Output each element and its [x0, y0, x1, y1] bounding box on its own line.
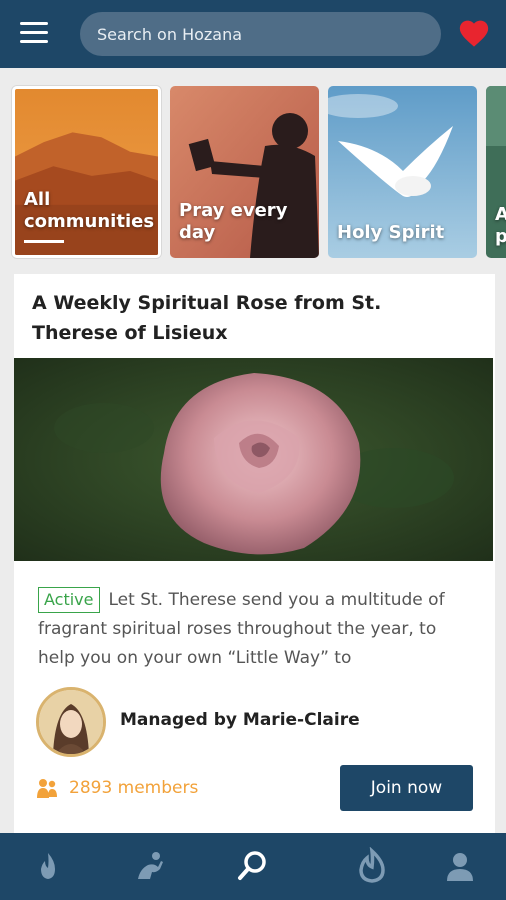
- bottom-navigation: [0, 833, 506, 900]
- category-label: A p: [495, 204, 506, 247]
- praying-person-icon: [138, 852, 163, 879]
- category-label: Pray every day: [179, 200, 288, 243]
- menu-icon[interactable]: [20, 22, 48, 44]
- category-pray-every-day[interactable]: Pray every day: [170, 86, 319, 258]
- profile-icon: [447, 853, 473, 881]
- heart-icon[interactable]: [457, 16, 491, 48]
- saint-portrait-icon: [39, 690, 103, 754]
- card-title[interactable]: A Weekly Spiritual Rose from St. Therese…: [32, 288, 472, 348]
- category-partial[interactable]: A p: [486, 86, 506, 258]
- rose-image[interactable]: [14, 358, 493, 561]
- nav-pray[interactable]: [130, 847, 170, 887]
- category-label: Holy Spirit: [337, 222, 445, 243]
- category-holy-spirit[interactable]: Holy Spirit: [328, 86, 477, 258]
- nav-profile[interactable]: [440, 847, 480, 887]
- flame-icon: [41, 853, 55, 879]
- search-input[interactable]: [80, 12, 441, 56]
- manager-name: Managed by Marie-Claire: [120, 710, 360, 730]
- members-count: 2893 members: [69, 778, 199, 798]
- status-badge: Active: [38, 587, 100, 613]
- avatar[interactable]: [36, 687, 106, 757]
- community-flame-icon: [359, 846, 385, 883]
- members-icon: [37, 779, 57, 798]
- nav-communities[interactable]: [352, 846, 392, 887]
- join-now-button[interactable]: Join now: [340, 765, 473, 811]
- search-icon: [238, 851, 266, 880]
- card-description: Active Let St. Therese send you a multitu…: [38, 586, 478, 673]
- top-bar: [0, 0, 506, 68]
- manager-row[interactable]: Managed by Marie-Claire: [36, 687, 476, 757]
- nav-search[interactable]: [233, 847, 273, 887]
- nav-home[interactable]: [28, 847, 68, 887]
- category-all-communities[interactable]: All communities: [12, 86, 161, 258]
- community-card[interactable]: A Weekly Spiritual Rose from St. Therese…: [14, 274, 495, 834]
- category-carousel[interactable]: All communities Pray every day Holy Spir…: [0, 76, 506, 268]
- category-label: All communities: [24, 189, 155, 232]
- search-bar[interactable]: [80, 12, 441, 56]
- selected-indicator: [24, 240, 64, 243]
